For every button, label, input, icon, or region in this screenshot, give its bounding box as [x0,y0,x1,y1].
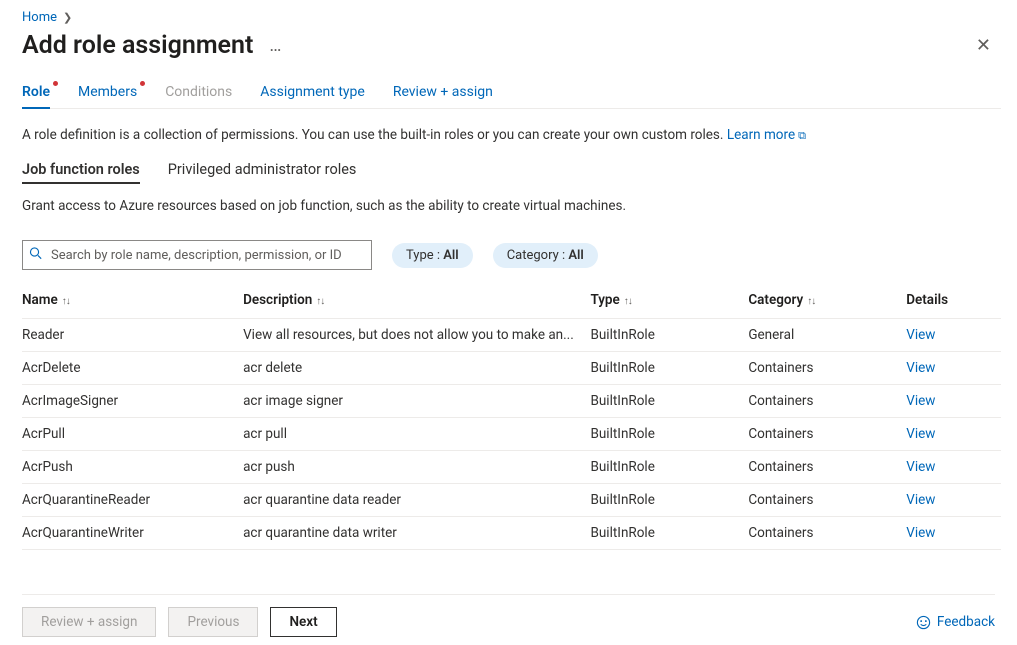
intro-text: A role definition is a collection of per… [22,127,1001,143]
filter-category-label: Category : [507,248,569,263]
table-row[interactable]: AcrQuarantineReaderacr quarantine data r… [22,484,1001,517]
cell-type: BuiltInRole [590,451,748,484]
breadcrumb: Home ❯ [22,10,995,25]
wizard-tabs: Role Members Conditions Assignment type … [22,84,1001,109]
th-details: Details [906,286,1001,319]
cell-type: BuiltInRole [590,418,748,451]
cell-category: Containers [748,517,906,550]
cell-type: BuiltInRole [590,319,748,352]
view-link[interactable]: View [906,492,935,508]
search-icon [29,247,42,264]
view-link[interactable]: View [906,327,935,343]
title-row: Add role assignment … ✕ [22,31,995,60]
tab-review-assign[interactable]: Review + assign [393,84,493,108]
search-container [22,240,372,270]
th-description[interactable]: Description↑↓ [243,286,590,319]
chevron-right-icon: ❯ [63,11,72,24]
sort-icon: ↑↓ [316,296,324,307]
cell-description: acr quarantine data reader [243,484,590,517]
sort-icon: ↑↓ [624,296,632,307]
feedback-icon [916,615,931,630]
footer: Review + assign Previous Next Feedback [22,594,995,637]
table-row[interactable]: AcrImageSigneracr image signerBuiltInRol… [22,385,1001,418]
view-link[interactable]: View [906,525,935,541]
filter-category-value: All [568,248,583,263]
external-link-icon: ⧉ [798,129,806,143]
cell-type: BuiltInRole [590,484,748,517]
cell-category: Containers [748,352,906,385]
previous-button: Previous [168,607,258,637]
cell-category: Containers [748,451,906,484]
breadcrumb-home[interactable]: Home [22,10,57,25]
tab-assignment-type[interactable]: Assignment type [260,84,365,108]
subtab-description: Grant access to Azure resources based on… [22,198,1001,214]
cell-name: Reader [22,319,243,352]
cell-name: AcrQuarantineReader [22,484,243,517]
view-link[interactable]: View [906,426,935,442]
th-type[interactable]: Type↑↓ [590,286,748,319]
table-row[interactable]: ReaderView all resources, but does not a… [22,319,1001,352]
filter-category[interactable]: Category : All [493,243,598,268]
table-row[interactable]: AcrDeleteacr deleteBuiltInRoleContainers… [22,352,1001,385]
roles-table: Name↑↓ Description↑↓ Type↑↓ Category↑↓ D… [22,286,1001,550]
subtab-job-function[interactable]: Job function roles [22,161,140,184]
cell-description: acr pull [243,418,590,451]
intro-text-content: A role definition is a collection of per… [22,127,727,143]
th-name[interactable]: Name↑↓ [22,286,243,319]
cell-description: View all resources, but does not allow y… [243,319,590,352]
cell-name: AcrPull [22,418,243,451]
cell-description: acr push [243,451,590,484]
cell-name: AcrDelete [22,352,243,385]
view-link[interactable]: View [906,360,935,376]
close-icon[interactable]: ✕ [972,31,995,60]
table-row[interactable]: AcrPushacr pushBuiltInRoleContainersView [22,451,1001,484]
role-type-tabs: Job function roles Privileged administra… [22,161,1001,184]
tab-members[interactable]: Members [78,84,137,108]
filter-type-label: Type : [406,248,443,263]
learn-more-link[interactable]: Learn more⧉ [727,127,806,143]
search-input[interactable] [22,240,372,270]
subtab-privileged-admin[interactable]: Privileged administrator roles [168,161,357,184]
cell-description: acr image signer [243,385,590,418]
sort-icon: ↑↓ [807,296,815,307]
sort-icon: ↑↓ [62,296,70,307]
cell-description: acr quarantine data writer [243,517,590,550]
cell-type: BuiltInRole [590,517,748,550]
cell-name: AcrPush [22,451,243,484]
page-title: Add role assignment [22,31,253,60]
feedback-link[interactable]: Feedback [916,614,995,630]
table-row[interactable]: AcrQuarantineWriteracr quarantine data w… [22,517,1001,550]
cell-type: BuiltInRole [590,352,748,385]
filter-type[interactable]: Type : All [392,243,473,268]
cell-name: AcrQuarantineWriter [22,517,243,550]
tab-conditions: Conditions [165,84,232,108]
feedback-label: Feedback [937,614,995,630]
cell-type: BuiltInRole [590,385,748,418]
cell-name: AcrImageSigner [22,385,243,418]
cell-description: acr delete [243,352,590,385]
cell-category: Containers [748,385,906,418]
review-assign-button: Review + assign [22,607,156,637]
cell-category: Containers [748,418,906,451]
cell-category: Containers [748,484,906,517]
view-link[interactable]: View [906,393,935,409]
filter-type-value: All [443,248,458,263]
th-category[interactable]: Category↑↓ [748,286,906,319]
tab-role[interactable]: Role [22,84,50,108]
cell-category: General [748,319,906,352]
view-link[interactable]: View [906,459,935,475]
more-options-icon[interactable]: … [269,35,282,56]
table-row[interactable]: AcrPullacr pullBuiltInRoleContainersView [22,418,1001,451]
next-button[interactable]: Next [270,607,336,637]
content-scroll[interactable]: Role Members Conditions Assignment type … [22,74,1007,594]
filter-row: Type : All Category : All [22,240,1001,270]
